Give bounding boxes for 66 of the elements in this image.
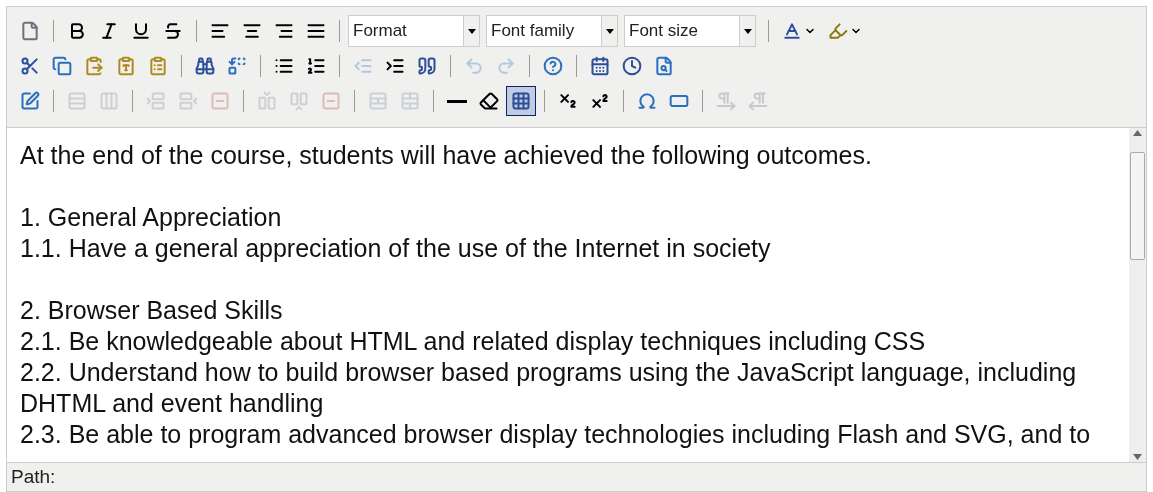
split-cells-icon xyxy=(368,91,388,111)
scroll-down-icon xyxy=(1133,454,1142,460)
dropdown[interactable]: Font size xyxy=(624,15,756,47)
justify-icon xyxy=(306,21,326,41)
underline-icon xyxy=(131,21,151,41)
scroll-up-icon xyxy=(1133,130,1142,136)
insert-column-icon xyxy=(257,91,277,111)
visual-aid-button[interactable] xyxy=(506,86,536,116)
caret-icon xyxy=(743,28,752,34)
replace-icon xyxy=(227,56,247,76)
document-magnifier-icon xyxy=(654,56,674,76)
highlighter-icon xyxy=(828,21,848,41)
delete-icon xyxy=(321,91,341,111)
clipboard-document-icon xyxy=(148,56,168,76)
scissors-icon xyxy=(20,56,40,76)
insert-column-icon xyxy=(289,91,309,111)
copy-icon xyxy=(52,56,72,76)
caret-icon xyxy=(605,28,614,34)
paragraph: 2.3. Be able to program advanced browser display technologies including Flash and SVG, and to xyxy=(20,419,1092,450)
clock-icon xyxy=(622,56,642,76)
scrollbar-thumb[interactable] xyxy=(1130,152,1145,260)
subscript-icon xyxy=(558,91,578,111)
paragraph: At the end of the course, students will have achieved the following outcomes. xyxy=(20,140,873,171)
eraser-icon xyxy=(479,91,499,111)
align-left-icon xyxy=(210,21,230,41)
table-pencil-icon xyxy=(20,91,40,111)
dropdown[interactable]: Format xyxy=(348,15,480,47)
delete-icon xyxy=(210,91,230,111)
outdent-icon xyxy=(353,56,373,76)
help-icon xyxy=(543,56,563,76)
indent-icon xyxy=(385,56,405,76)
paragraph: 2. Browser Based Skills xyxy=(20,295,284,326)
scrollbar[interactable] xyxy=(1129,128,1146,462)
undo-icon xyxy=(464,56,484,76)
align-center-icon xyxy=(242,21,262,41)
caret-icon xyxy=(467,28,476,34)
redo-icon xyxy=(496,56,516,76)
quote-icon xyxy=(417,56,437,76)
numbered-list-icon xyxy=(306,56,326,76)
path-label: Path: xyxy=(11,464,56,489)
merge-cells-icon xyxy=(400,91,420,111)
page-icon xyxy=(20,21,40,41)
paragraph: 2.1. Be knowledgeable about HTML and related display techniques including CSS xyxy=(20,326,927,357)
table-cells-icon xyxy=(99,91,119,111)
strikethrough-icon xyxy=(163,21,183,41)
insert-row-icon xyxy=(178,91,198,111)
dropdown[interactable]: Font family xyxy=(486,15,618,47)
paragraph: 2.2. Understand how to build browser based programs using the JavaScript language, including DHTML and event handling xyxy=(20,357,1078,419)
align-right-icon xyxy=(274,21,294,41)
pilcrow-icon xyxy=(716,91,736,111)
grid-icon xyxy=(511,91,531,111)
omega-icon xyxy=(637,91,657,111)
paragraph: 1.1. Have a general appreciation of the use of the Internet in society xyxy=(20,233,772,264)
insert-row-icon xyxy=(146,91,166,111)
clipboard-icon xyxy=(84,56,104,76)
italic-icon xyxy=(99,21,119,41)
paragraph: 1. General Appreciation xyxy=(20,202,283,233)
table-rows-icon xyxy=(67,91,87,111)
superscript-icon xyxy=(590,91,610,111)
pilcrow-icon xyxy=(748,91,768,111)
horizontal-line-icon xyxy=(447,99,467,103)
binoculars-icon xyxy=(195,56,215,76)
letter-icon xyxy=(782,21,802,41)
bullet-list-icon xyxy=(274,56,294,76)
clipboard-text-icon xyxy=(116,56,136,76)
calendar-icon xyxy=(590,56,610,76)
